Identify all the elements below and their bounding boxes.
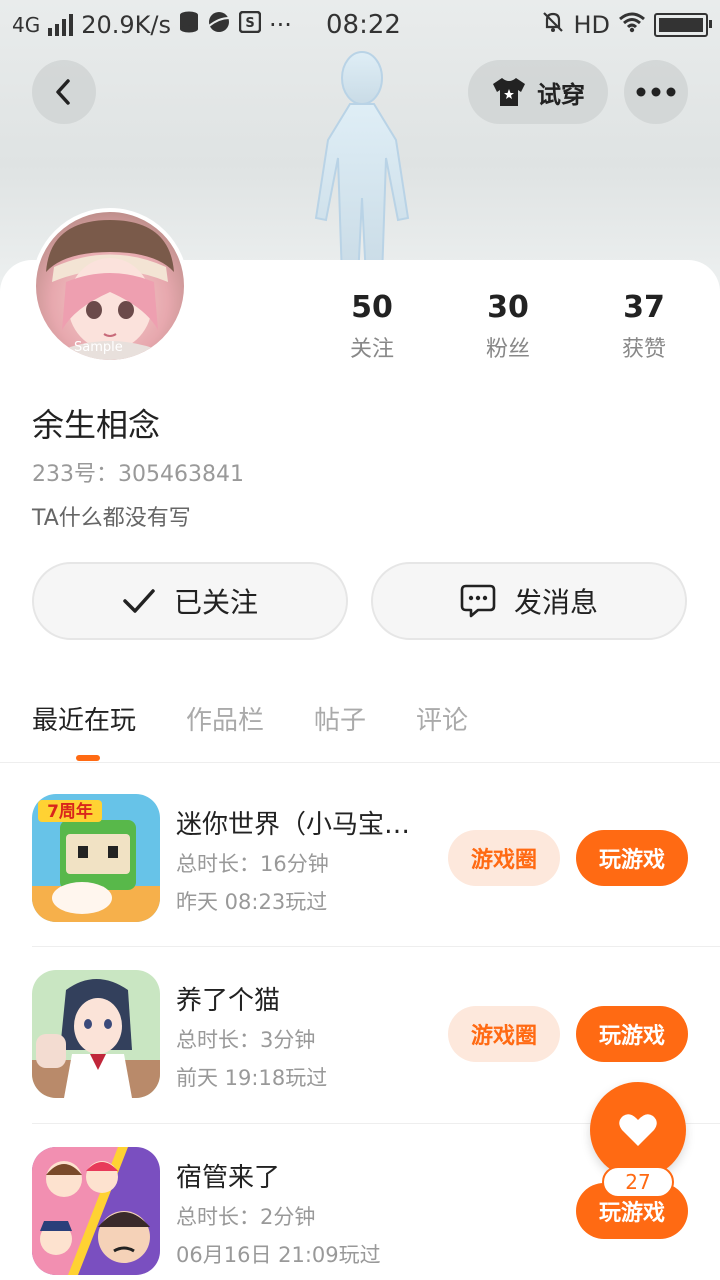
wifi-icon [618, 11, 646, 39]
stat-value: 50 [351, 290, 393, 325]
avatar-3d-figure [314, 51, 410, 278]
profile-tabs: 最近在玩 作品栏 帖子 评论 [32, 700, 468, 737]
game-icon-mini-world: 7周年 [32, 794, 160, 922]
chat-bubble-icon [460, 584, 496, 618]
database-icon [179, 11, 199, 39]
game-title: 迷你世界（小马宝… [176, 810, 411, 840]
tab-works[interactable]: 作品栏 [186, 700, 264, 737]
stat-following[interactable]: 50 关注 [312, 290, 432, 363]
try-on-button[interactable]: 试穿 [468, 60, 608, 124]
clock: 08:22 [326, 10, 401, 40]
stat-label: 获赞 [621, 337, 666, 362]
back-button[interactable] [32, 60, 96, 124]
game-duration: 总时长：16分钟 [176, 852, 329, 876]
row-divider [32, 946, 720, 947]
planet-icon [207, 10, 231, 40]
game-title: 宿管来了 [176, 1163, 281, 1193]
game-row-raise-a-cat[interactable]: 养了个猫 总时长：3分钟 前天 19:18玩过 游戏圈 玩游戏 [32, 970, 720, 1100]
status-bar: 4G 20.9K/s S ··· 08:22 HD [0, 0, 720, 50]
svg-text:S: S [245, 16, 254, 31]
like-count-badge: 27 [602, 1166, 674, 1198]
game-circle-button[interactable]: 游戏圈 [448, 830, 560, 886]
chevron-left-icon [56, 79, 70, 105]
user-bio: TA什么都没有写 [32, 506, 191, 531]
stat-label: 关注 [349, 337, 394, 362]
mute-bell-icon [541, 10, 565, 40]
game-circle-button[interactable]: 游戏圈 [448, 1006, 560, 1062]
more-status-dots: ··· [269, 11, 292, 39]
signal-icon [48, 14, 74, 36]
username: 余生相念 [32, 406, 161, 444]
avatar-watermark: Sample [74, 340, 123, 355]
stat-label: 粉丝 [485, 337, 530, 362]
send-message-label: 发消息 [513, 586, 598, 619]
checkmark-icon [123, 589, 155, 613]
stat-followers[interactable]: 30 粉丝 [448, 290, 568, 363]
play-game-button[interactable]: 玩游戏 [576, 830, 688, 886]
avatar[interactable]: Sample [32, 208, 188, 364]
following-label: 已关注 [173, 586, 258, 619]
tab-recently-played[interactable]: 最近在玩 [32, 700, 136, 737]
game-row-mini-world[interactable]: 7周年 迷你世界（小马宝… 总时长：16分钟 昨天 08:23玩过 游戏圈 玩游… [32, 794, 720, 924]
s-app-icon: S [238, 10, 262, 39]
try-on-label: 试穿 [537, 80, 585, 109]
stat-value: 37 [623, 290, 665, 325]
game-icon-dorm-manager [32, 1147, 160, 1275]
stat-value: 30 [487, 290, 529, 325]
battery-icon [654, 13, 712, 37]
following-button[interactable]: 已关注 [32, 562, 348, 640]
tab-comments[interactable]: 评论 [416, 700, 468, 737]
game-icon-raise-a-cat [32, 970, 160, 1098]
game-title: 养了个猫 [176, 986, 281, 1016]
avatar-illustration [46, 220, 174, 360]
game-last-played: 06月16日 21:09玩过 [176, 1243, 381, 1267]
game-last-played: 前天 19:18玩过 [176, 1066, 328, 1090]
play-game-button[interactable]: 玩游戏 [576, 1006, 688, 1062]
network-type: 4G [12, 13, 41, 37]
more-dots-icon [636, 87, 676, 97]
tshirt-icon [493, 78, 525, 106]
game-duration: 总时长：2分钟 [176, 1205, 316, 1229]
heart-icon [619, 1114, 657, 1146]
hd-label: HD [573, 11, 610, 39]
tab-posts[interactable]: 帖子 [314, 700, 366, 737]
icon-badge-text: 7周年 [47, 801, 93, 822]
like-fab-button[interactable] [590, 1082, 686, 1178]
stat-likes[interactable]: 37 获赞 [584, 290, 704, 363]
game-duration: 总时长：3分钟 [176, 1028, 316, 1052]
game-last-played: 昨天 08:23玩过 [176, 890, 328, 914]
network-speed: 20.9K/s [81, 11, 171, 39]
tabs-divider [0, 762, 720, 763]
send-message-button[interactable]: 发消息 [371, 562, 687, 640]
more-options-button[interactable] [624, 60, 688, 124]
active-tab-indicator [76, 755, 100, 761]
user-id: 233号：305463841 [32, 462, 244, 487]
